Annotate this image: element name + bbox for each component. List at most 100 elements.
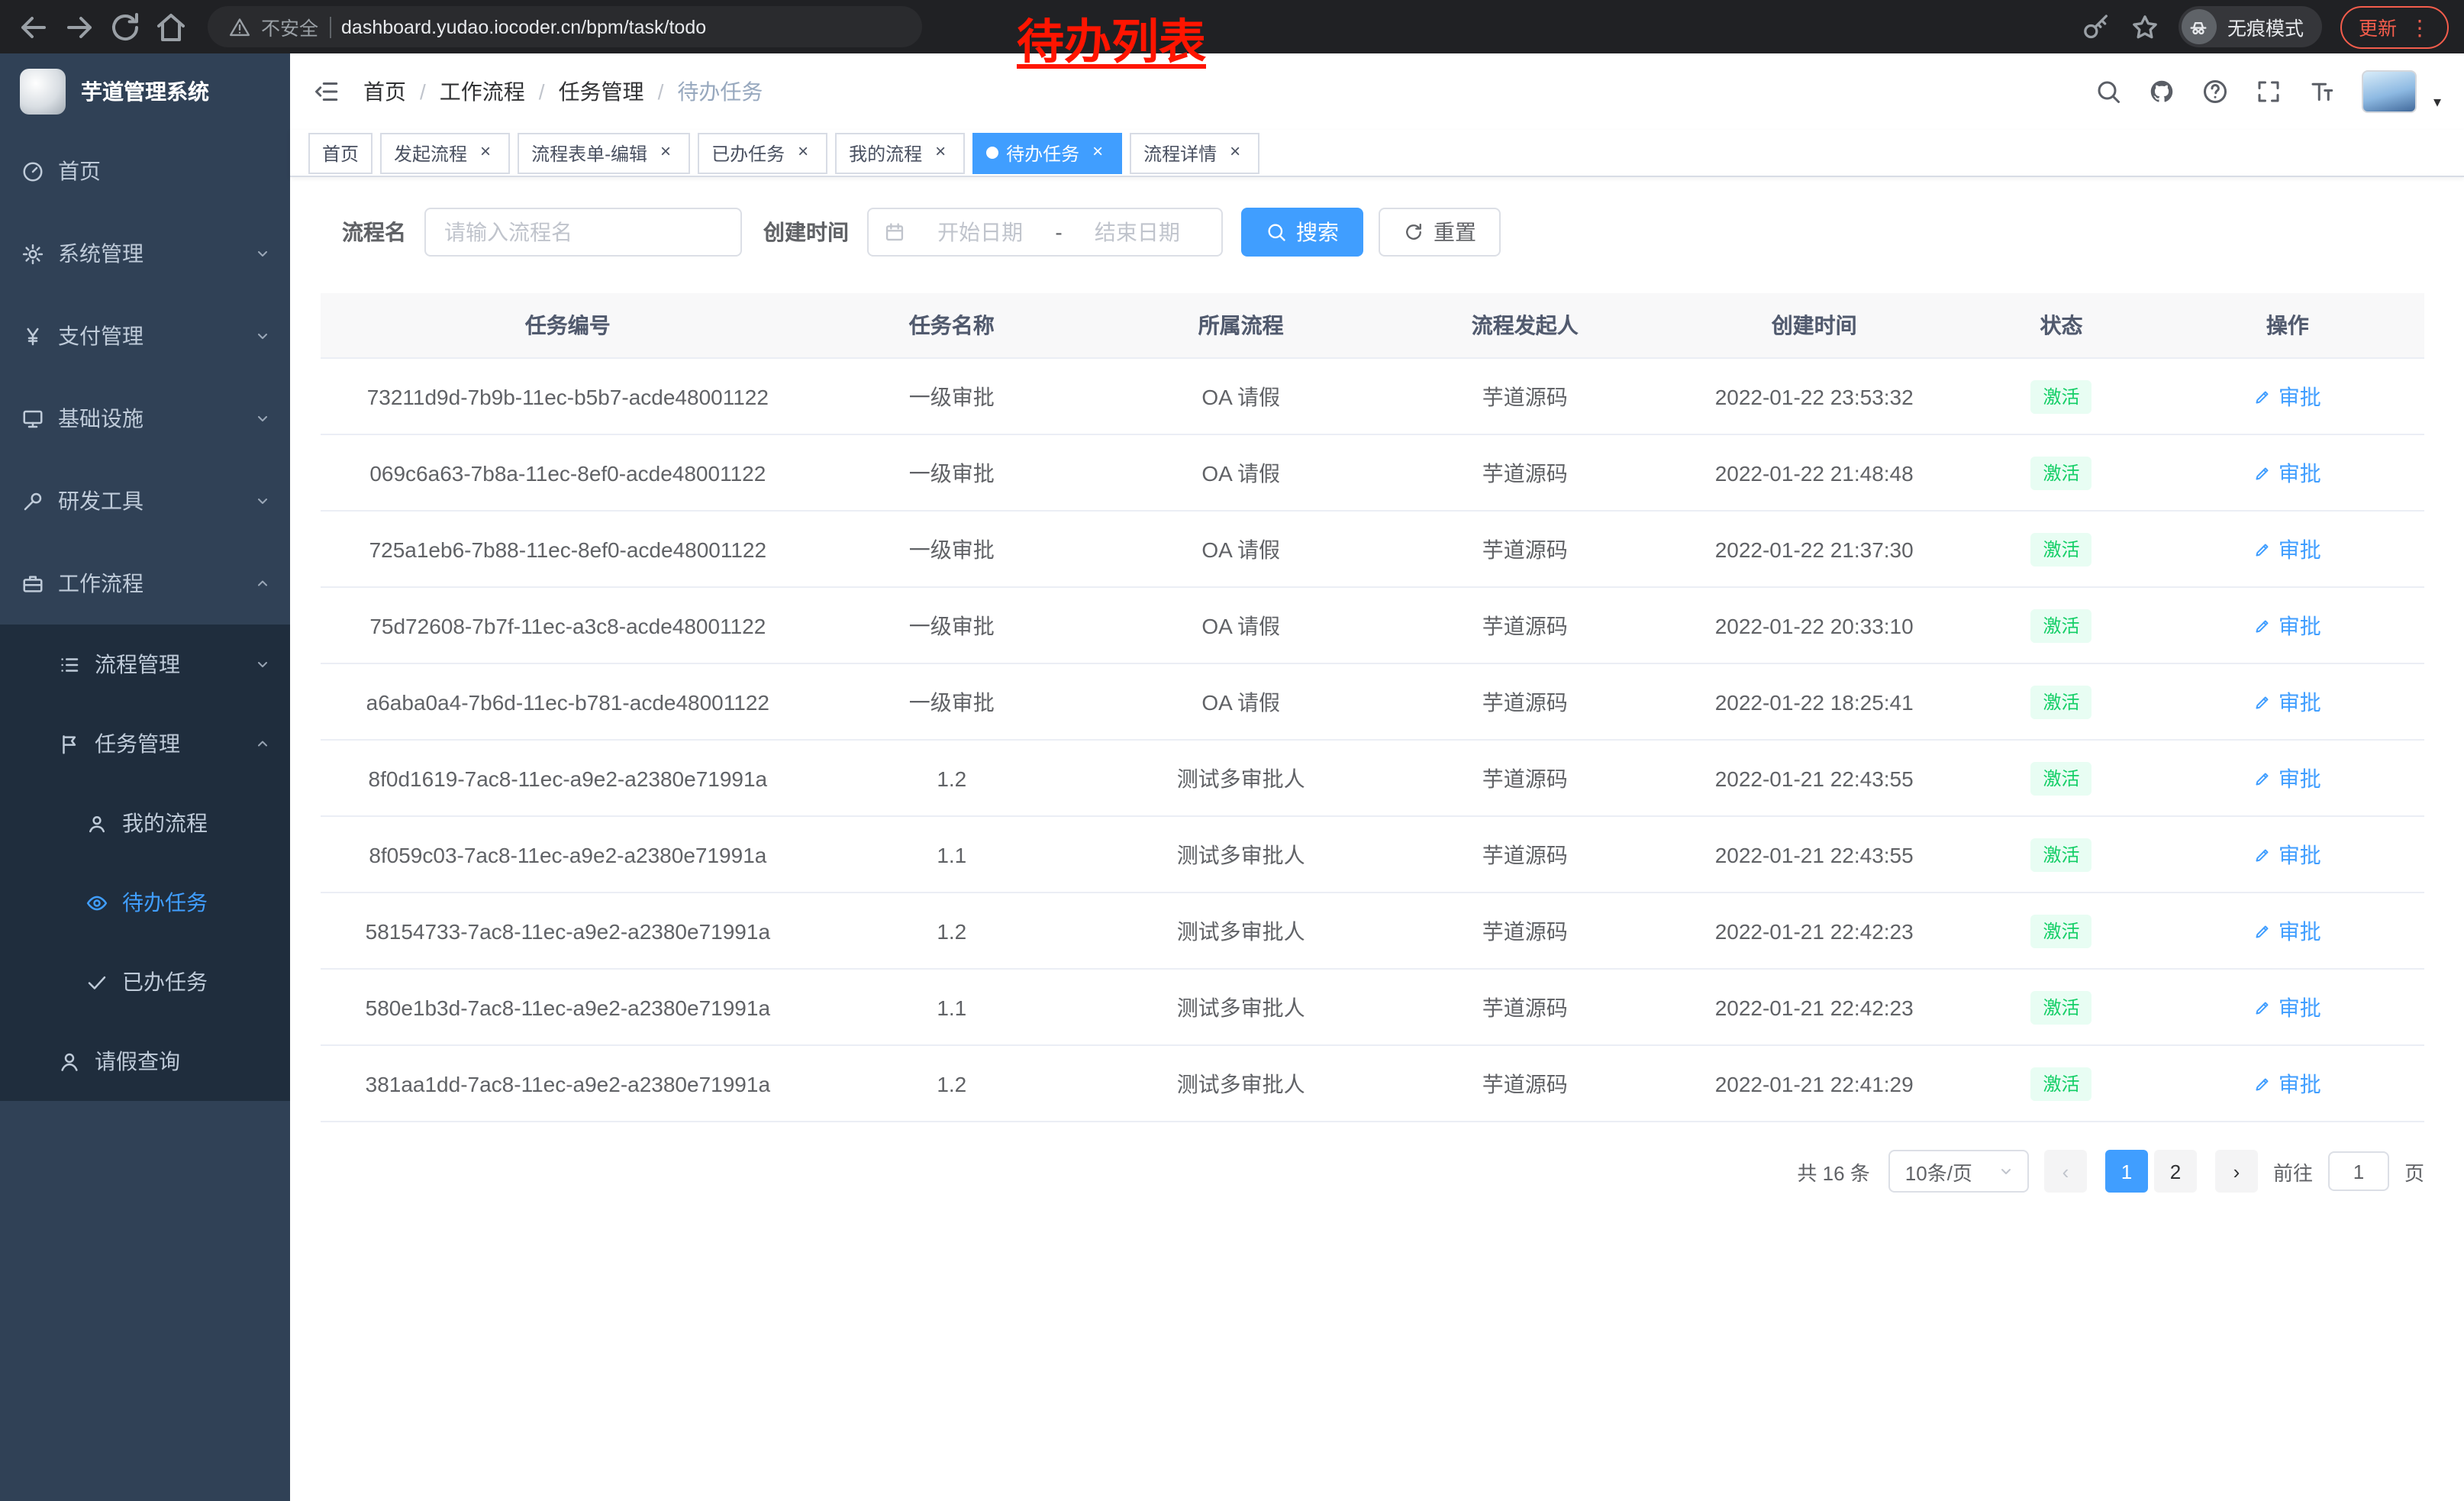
font-size-icon[interactable] [2308,78,2336,105]
table-row: 8f0d1619-7ac8-11ec-a9e2-a2380e71991a1.2测… [321,740,2424,816]
cell-task-id: 580e1b3d-7ac8-11ec-a9e2-a2380e71991a [321,969,815,1045]
chevron-down-icon [253,492,272,510]
sidebar-item-leave-query[interactable]: 请假查询 [0,1022,290,1101]
breadcrumb-item[interactable]: 工作流程 [440,76,525,107]
sidebar-item-infrastructure[interactable]: 基础设施 [0,377,290,460]
cell-process: 测试多审批人 [1088,740,1394,816]
yen-icon [21,324,44,347]
main-row: 芋道管理系统 首页 系统管理 支付管理 基础设施 研发工具 工作流程 流程管理 … [0,53,2464,1501]
approve-button[interactable]: 审批 [2254,534,2321,564]
page-size-select[interactable]: 10条/页 [1888,1150,2029,1193]
bookmark-star-icon[interactable] [2130,11,2160,42]
user-avatar[interactable] [2362,70,2417,113]
approve-button[interactable]: 审批 [2254,381,2321,412]
status-badge: 激活 [2030,914,2091,947]
column-header-task-id: 任务编号 [321,293,815,358]
url-text: dashboard.yudao.iocoder.cn/bpm/task/todo [341,16,706,37]
approve-button[interactable]: 审批 [2254,763,2321,793]
date-range-picker[interactable]: 开始日期 - 结束日期 [867,208,1223,257]
tab-home[interactable]: 首页 [308,132,373,173]
approve-label: 审批 [2279,915,2321,946]
help-icon[interactable] [2201,78,2229,105]
goto-label: 前往 [2273,1157,2313,1186]
browser-reload-icon[interactable] [107,8,144,45]
sidebar-item-system[interactable]: 系统管理 [0,212,290,295]
column-header-initiator: 流程发起人 [1394,293,1657,358]
tab-start-process[interactable]: 发起流程 × [380,132,510,173]
browser-home-icon[interactable] [153,8,189,45]
search-icon[interactable] [2095,78,2122,105]
tab-todo-tasks[interactable]: 待办任务 × [972,132,1122,173]
sidebar-item-label: 系统管理 [58,238,144,269]
fullscreen-icon[interactable] [2255,78,2282,105]
search-button[interactable]: 搜索 [1241,208,1363,257]
page-button-1[interactable]: 1 [2105,1150,2148,1193]
chevron-down-icon [253,244,272,263]
approve-button[interactable]: 审批 [2254,457,2321,488]
close-icon[interactable]: × [1224,142,1246,163]
browser-forward-icon[interactable] [61,8,98,45]
goto-page-input[interactable] [2328,1151,2389,1191]
cell-task-id: 381aa1dd-7ac8-11ec-a9e2-a2380e71991a [321,1045,815,1122]
prev-page-button[interactable]: ‹ [2044,1150,2087,1193]
browser-back-icon[interactable] [15,8,52,45]
avatar-caret-icon[interactable]: ▾ [2433,94,2441,111]
sidebar-item-todo-tasks[interactable]: 待办任务 [0,863,290,942]
person-icon [58,1050,81,1073]
close-icon[interactable]: × [930,142,951,163]
process-name-input[interactable] [424,208,742,257]
sidebar-item-home[interactable]: 首页 [0,130,290,212]
approve-button[interactable]: 审批 [2254,1068,2321,1099]
page-button-2[interactable]: 2 [2154,1150,2197,1193]
tab-done-tasks[interactable]: 已办任务 × [698,132,827,173]
cell-status: 激活 [1972,740,2150,816]
sidebar-item-payment[interactable]: 支付管理 [0,295,290,377]
approve-label: 审批 [2279,763,2321,793]
cell-process: OA 请假 [1088,358,1394,434]
sidebar-item-done-tasks[interactable]: 已办任务 [0,942,290,1022]
tab-my-process[interactable]: 我的流程 × [835,132,965,173]
breadcrumb-item[interactable]: 首页 [363,76,406,107]
status-badge: 激活 [2030,456,2091,489]
tab-process-detail[interactable]: 流程详情 × [1130,132,1259,173]
edit-icon [2254,845,2272,863]
close-icon[interactable]: × [792,142,814,163]
browser-update-button[interactable]: 更新 ⋮ [2340,5,2449,48]
approve-button[interactable]: 审批 [2254,915,2321,946]
cell-create-time: 2022-01-22 21:37:30 [1656,511,1972,587]
start-date-placeholder: 开始日期 [911,217,1049,247]
eye-icon [85,891,108,914]
table-row: 75d72608-7b7f-11ec-a3c8-acde48001122一级审批… [321,587,2424,663]
sidebar-item-task-mgmt[interactable]: 任务管理 [0,704,290,783]
breadcrumb-separator: / [420,79,426,104]
approve-button[interactable]: 审批 [2254,839,2321,870]
sidebar-item-devtools[interactable]: 研发工具 [0,460,290,542]
approve-button[interactable]: 审批 [2254,686,2321,717]
breadcrumb-item[interactable]: 任务管理 [559,76,644,107]
sidebar-item-my-process[interactable]: 我的流程 [0,783,290,863]
cell-process: OA 请假 [1088,663,1394,740]
approve-button[interactable]: 审批 [2254,610,2321,641]
tab-form-edit[interactable]: 流程表单-编辑 × [518,132,690,173]
reset-button[interactable]: 重置 [1379,208,1501,257]
approve-button[interactable]: 审批 [2254,992,2321,1022]
address-bar[interactable]: 不安全 dashboard.yudao.iocoder.cn/bpm/task/… [208,6,922,47]
close-icon[interactable]: × [475,142,496,163]
close-icon[interactable]: × [1087,142,1108,163]
github-icon[interactable] [2148,78,2175,105]
cell-status: 激活 [1972,587,2150,663]
sidebar-item-workflow[interactable]: 工作流程 [0,542,290,625]
create-time-label: 创建时间 [763,217,849,247]
cell-initiator: 芋道源码 [1394,740,1657,816]
cell-create-time: 2022-01-21 22:42:23 [1656,969,1972,1045]
close-icon[interactable]: × [655,142,676,163]
browser-menu-icon[interactable]: ⋮ [2409,16,2430,37]
password-manager-icon[interactable] [2081,11,2111,42]
sidebar-item-process-mgmt[interactable]: 流程管理 [0,625,290,704]
sidebar-collapse-icon[interactable] [313,78,340,105]
not-secure-label: 不安全 [261,12,318,41]
app-logo[interactable]: 芋道管理系统 [0,53,290,130]
next-page-button[interactable]: › [2215,1150,2258,1193]
table-row: 725a1eb6-7b88-11ec-8ef0-acde48001122一级审批… [321,511,2424,587]
cell-process: 测试多审批人 [1088,816,1394,893]
